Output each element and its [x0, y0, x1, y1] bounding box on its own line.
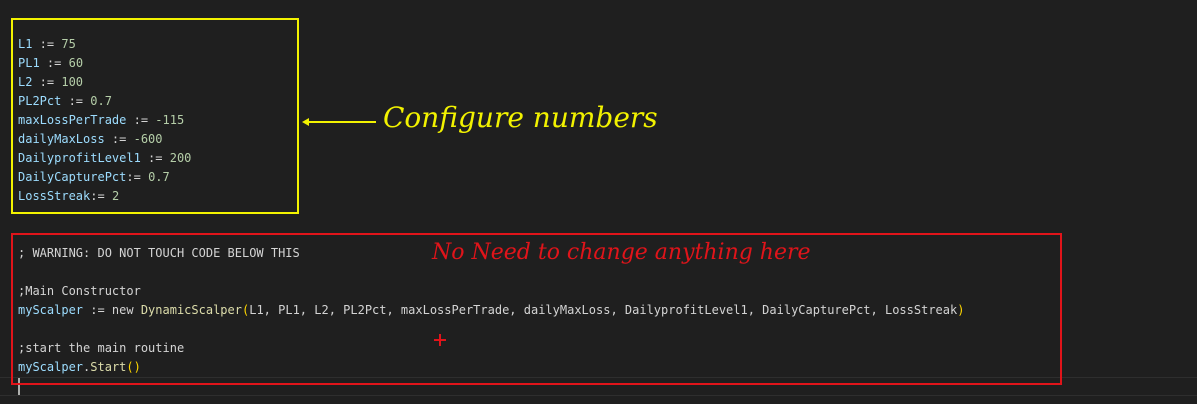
- crosshair-cursor-icon: [434, 334, 446, 346]
- no-need-to-change-label: No Need to change anything here: [432, 240, 811, 265]
- configure-numbers-label: Configure numbers: [383, 101, 658, 134]
- code-editor[interactable]: L1 := 75 PL1 := 60 L2 := 100 PL2Pct := 0…: [0, 0, 1197, 404]
- config-highlight-box: [11, 18, 299, 214]
- arrow-left-icon: [302, 118, 376, 126]
